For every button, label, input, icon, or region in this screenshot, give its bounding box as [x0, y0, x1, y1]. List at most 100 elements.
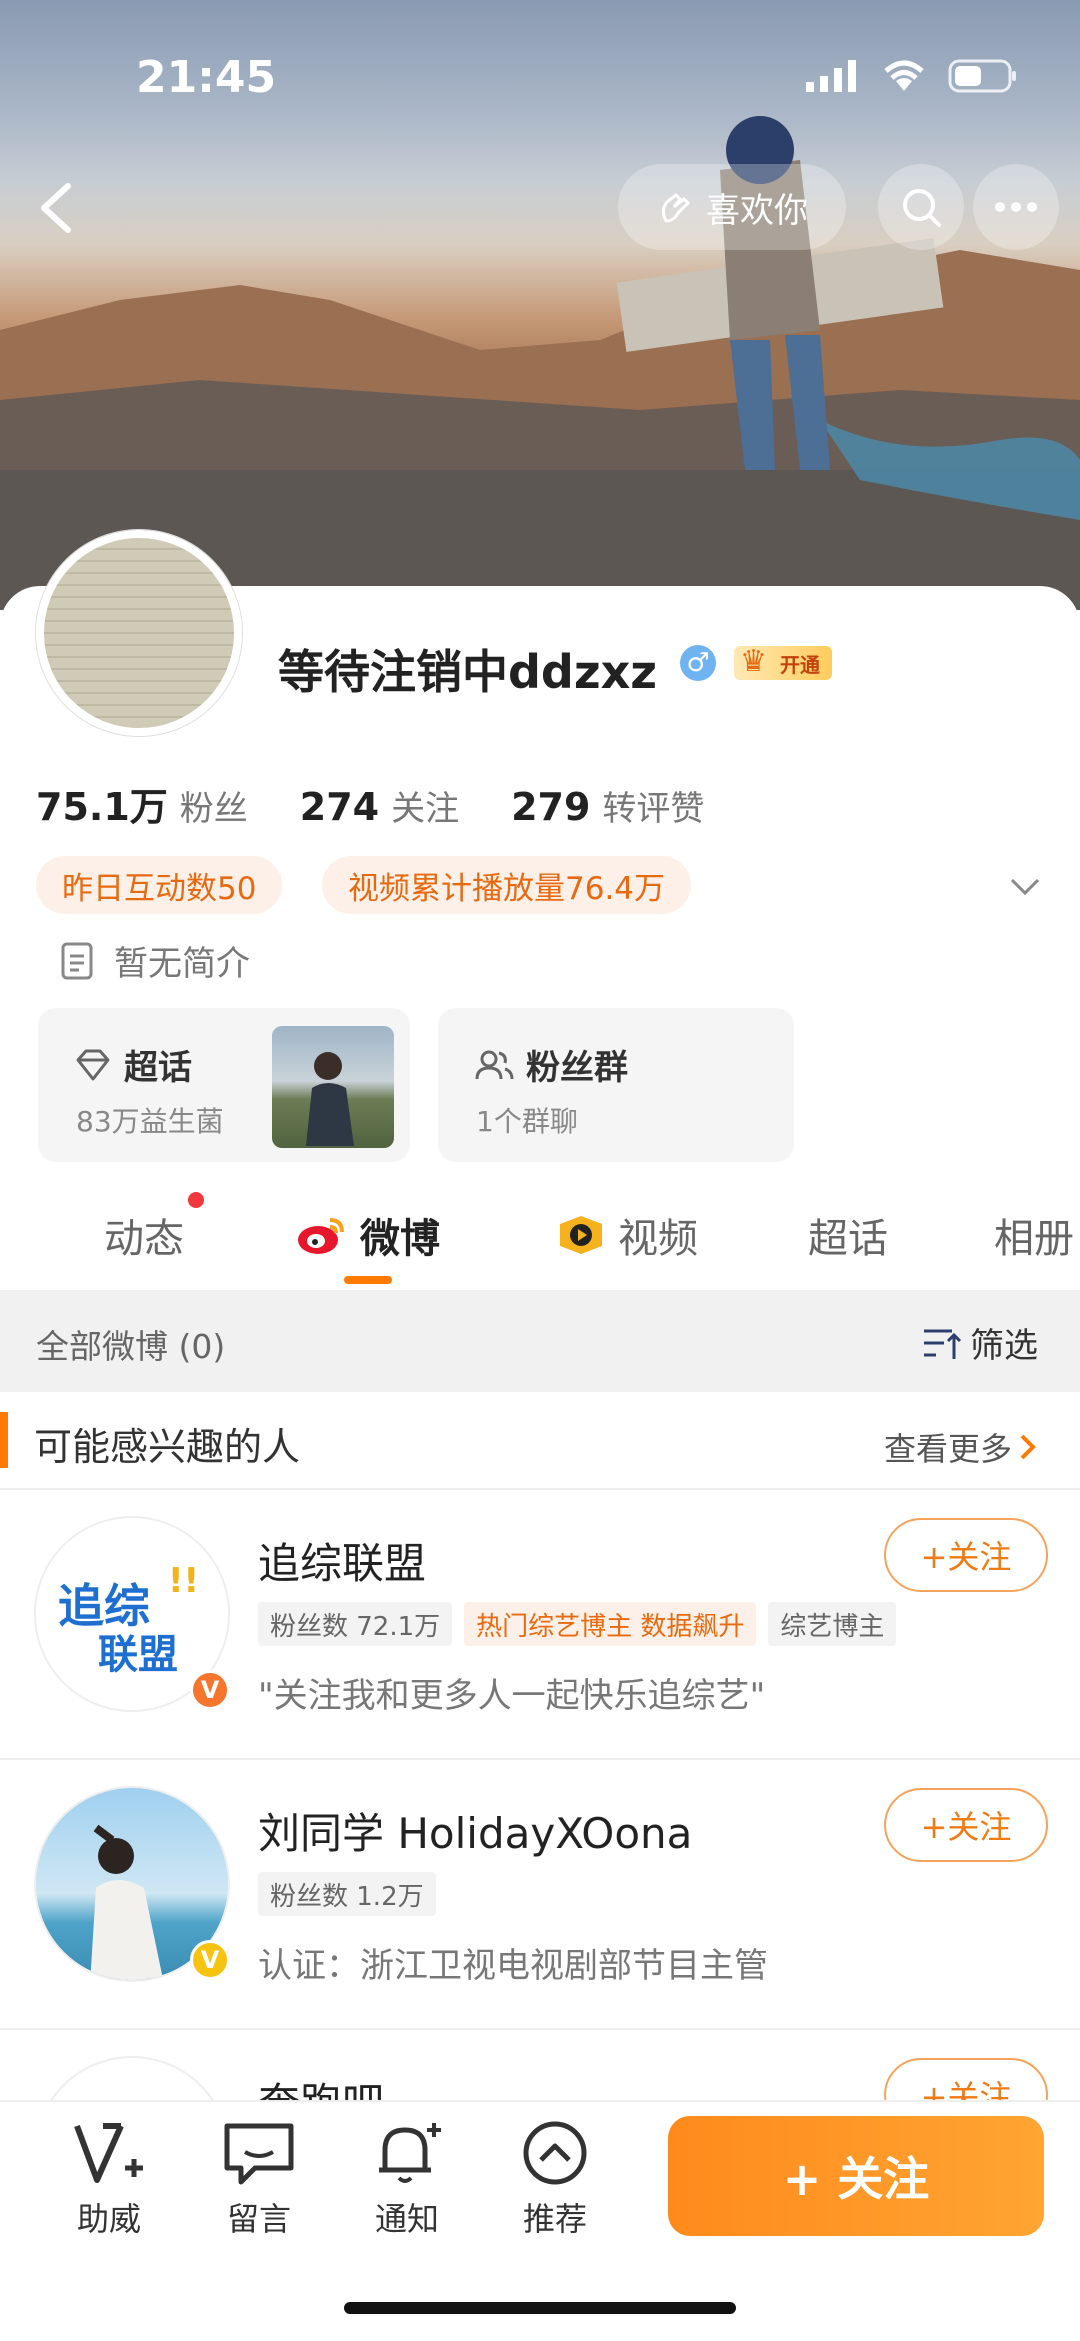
vip-label: 开通: [780, 652, 820, 677]
search-button[interactable]: [878, 164, 964, 250]
tile-title: 粉丝群: [474, 1040, 628, 1089]
status-time: 21:45: [136, 52, 277, 103]
person-photo: [306, 1052, 354, 1146]
person-tags: 粉丝数 72.1万 热门综艺博主 数据飙升 综艺博主: [258, 1602, 897, 1646]
stat-label: 粉丝: [179, 789, 248, 829]
tile-title-text: 超话: [124, 1048, 192, 1088]
chevron-down-icon: [1010, 878, 1040, 896]
message-icon: [224, 2123, 294, 2185]
wifi-icon: [884, 60, 924, 91]
username: 等待注销中ddzxz: [278, 645, 658, 699]
home-indicator: [344, 2302, 736, 2314]
tile-title: 超话: [74, 1040, 192, 1089]
hand-heart-icon: [661, 193, 691, 223]
video-plays-pill[interactable]: 视频累计播放量76.4万: [322, 856, 692, 914]
diamond-icon: [76, 1049, 110, 1080]
follow-button[interactable]: +关注: [884, 1788, 1048, 1862]
bottom-nav-label: 通知: [374, 2200, 439, 2238]
verified-badge: V: [190, 1670, 230, 1710]
main-follow-button[interactable]: + 关注: [668, 2116, 1044, 2236]
male-gender-icon: ♂: [680, 645, 716, 681]
tab-supertopic[interactable]: 超话: [808, 1206, 888, 1264]
battery-icon: [948, 59, 1016, 93]
crown-icon: ♛: [740, 644, 767, 679]
system-status-icons: [806, 58, 1018, 94]
svg-text:联盟: 联盟: [98, 1632, 178, 1678]
recommend-person[interactable]: V 刘同学 HolidayXOona 粉丝数 1.2万 认证：浙江卫视电视剧部节…: [0, 1760, 1080, 2030]
video-play-icon: [560, 1216, 602, 1254]
notify-button[interactable]: 通知: [352, 2118, 462, 2240]
tab-weibo[interactable]: 微博: [296, 1206, 440, 1264]
filter-icon: [924, 1329, 962, 1359]
recommend-button[interactable]: 推荐: [500, 2118, 610, 2240]
cheer-button[interactable]: 助威: [54, 2118, 164, 2240]
recommend-person[interactable]: 追综 联盟 !! V 追综联盟 粉丝数 72.1万 热门综艺博主 数据飙升 综艺…: [0, 1490, 1080, 1760]
stat-following[interactable]: 274 关注: [300, 781, 459, 830]
expand-button[interactable]: [1008, 868, 1042, 906]
bottom-nav-label: 助威: [76, 2200, 141, 2238]
like-you-button[interactable]: 喜欢你: [618, 164, 846, 250]
hot-tag: 热门综艺博主 数据飙升: [464, 1602, 757, 1646]
fans-tag: 粉丝数 72.1万: [258, 1602, 453, 1646]
stat-label: 关注: [391, 789, 460, 829]
follow-button[interactable]: +关注: [884, 1518, 1048, 1592]
more-dots-icon: [995, 202, 1037, 212]
interaction-count-pill[interactable]: 昨日互动数50: [36, 856, 283, 914]
tab-album[interactable]: 相册: [994, 1206, 1074, 1264]
filter-label: 筛选: [970, 1326, 1038, 1366]
stat-label: 转评赞: [602, 789, 705, 829]
vip-open-badge[interactable]: ♛ 开通: [734, 644, 832, 680]
tab-label: 相册: [994, 1216, 1074, 1262]
fan-group-tile[interactable]: 粉丝群 1个群聊: [438, 1008, 794, 1162]
verified-badge: V: [190, 1940, 230, 1980]
stat-num: 279: [511, 785, 591, 829]
bottom-nav-label: 推荐: [522, 2200, 587, 2238]
bio-row: 暂无简介: [60, 936, 250, 985]
fans-tag: 粉丝数 1.2万: [258, 1872, 436, 1916]
stat-num: 75.1万: [36, 785, 168, 829]
person-description: 认证：浙江卫视电视剧部节目主管: [258, 1946, 768, 1986]
bottom-nav-label: 留言: [226, 2200, 291, 2238]
tab-dynamic[interactable]: 动态: [104, 1206, 184, 1264]
tab-label: 超话: [808, 1216, 888, 1262]
message-button[interactable]: 留言: [204, 2118, 314, 2240]
stat-reposts[interactable]: 279 转评赞: [511, 781, 704, 830]
person-name[interactable]: 刘同学 HolidayXOona: [258, 1800, 692, 1861]
person-name[interactable]: 追综联盟: [258, 1530, 426, 1591]
profile-avatar[interactable]: [36, 530, 242, 736]
tile-title-text: 粉丝群: [526, 1048, 628, 1088]
tile-subtitle: 83万益生菌: [76, 1105, 224, 1138]
person-description: "关注我和更多人一起快乐追综艺": [258, 1676, 766, 1716]
chevron-right-icon: [1020, 1434, 1036, 1460]
supertopic-tile[interactable]: 超话 83万益生菌: [38, 1008, 410, 1162]
back-button[interactable]: [28, 176, 92, 240]
chevron-left-icon: [41, 183, 71, 233]
bio-text: 暂无简介: [114, 944, 250, 984]
supertopic-thumbnail: [272, 1026, 394, 1148]
person-tags: 粉丝数 1.2万: [258, 1872, 436, 1916]
recommend-icon: [523, 2121, 587, 2185]
new-activity-dot: [188, 1192, 204, 1208]
weibo-logo-icon: [298, 1218, 344, 1254]
profile-stats: 75.1万 粉丝 274 关注 279 转评赞: [36, 776, 704, 831]
category-tag: 综艺博主: [768, 1602, 897, 1646]
see-more-label: 查看更多: [884, 1430, 1013, 1468]
search-icon: [903, 189, 941, 227]
svg-text:追综: 追综: [58, 1579, 150, 1633]
all-weibo-count: 全部微博 (0): [36, 1327, 226, 1366]
stat-num: 274: [299, 785, 380, 829]
more-button[interactable]: [973, 164, 1059, 250]
active-tab-indicator: [344, 1276, 392, 1284]
see-more-link[interactable]: 查看更多: [884, 1424, 1038, 1470]
filter-button[interactable]: 筛选: [922, 1318, 1038, 1367]
cheer-icon: [74, 2123, 143, 2183]
tab-label: 动态: [104, 1216, 184, 1262]
profile-tabs: 动态 微博 视频 超话 相册: [0, 1190, 1080, 1290]
tab-label: 视频: [618, 1216, 698, 1262]
bell-icon: [379, 2123, 441, 2183]
section-accent-bar: [0, 1412, 8, 1468]
tile-subtitle: 1个群聊: [476, 1105, 578, 1138]
tab-video[interactable]: 视频: [556, 1206, 698, 1264]
tab-label: 微博: [360, 1216, 440, 1262]
stat-fans[interactable]: 75.1万 粉丝: [36, 776, 248, 831]
